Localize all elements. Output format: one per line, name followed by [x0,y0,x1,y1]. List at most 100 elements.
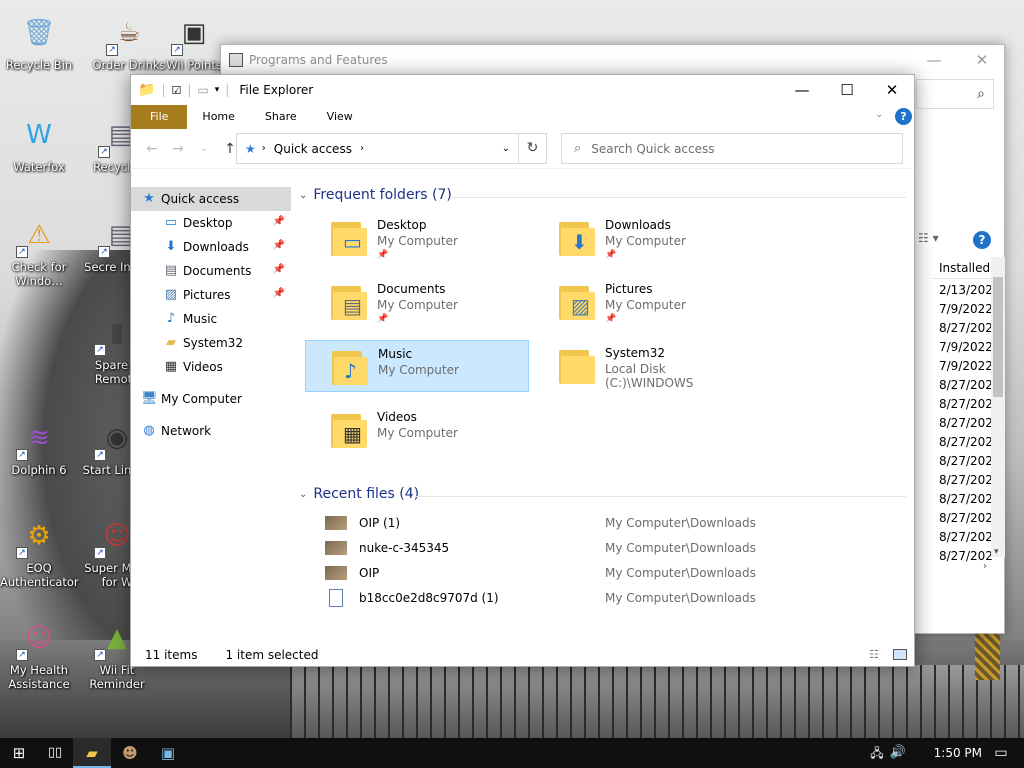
folder-tile-pictures[interactable]: ▨ Pictures My Computer 📌 [533,276,757,328]
tab-view[interactable]: View [312,105,368,129]
pin-icon[interactable]: 📌 [273,288,285,299]
desktop-icon-my-health-assistance[interactable]: ☺ ↗ My Health Assistance [0,615,78,691]
recent-files-header[interactable]: ⌄ Recent files (4) [299,486,419,502]
desktop-icon-eoq-authenticator[interactable]: ⚙ ↗ EOQ Authenticator [0,513,79,589]
folder-tile-music[interactable]: ♪ Music My Computer [305,340,529,392]
sidebar-item-pictures[interactable]: ▨ Pictures 📌 [131,283,291,307]
folder-location: My Computer [605,298,686,312]
sidebar-item-downloads[interactable]: ⬇ Downloads 📌 [131,235,291,259]
recent-file-row[interactable]: b18cc0e2d8c9707d (1) My Computer\Download… [325,585,885,610]
recent-file-row[interactable]: OIP (1) My Computer\Downloads [325,510,885,535]
sidebar-item-label: Downloads [183,240,249,254]
sidebar-item-quick-access[interactable]: ★ Quick access [131,187,291,211]
tab-share[interactable]: Share [250,105,312,129]
file-explorer-window[interactable]: 📁 | ☑ | ▭ ▾ | File Explorer — ☐ ✕ File H… [130,74,915,667]
desktop-icon-check-for-windo[interactable]: ⚠ ↗ Check for Windo… [0,212,78,288]
sidebar-item-label: Pictures [183,288,231,302]
search-input[interactable]: ⌕ Search Quick access [561,133,903,164]
recent-locations-chevron-icon[interactable]: ⌄ [191,144,217,154]
breadcrumb-separator-icon[interactable]: › [360,143,364,154]
address-bar[interactable]: ★ › Quick access › ⌄ [236,133,519,164]
programs-title-bar[interactable]: Programs and Features — ✕ [221,45,1004,75]
sidebar-item-network[interactable]: ◍ Network [131,419,291,443]
minimize-icon[interactable]: — [779,75,825,105]
expand-ribbon-chevron-icon[interactable]: ⌄ [875,109,883,120]
folder-icon: ♪ [332,347,372,387]
refresh-button[interactable]: ↻ [519,133,547,164]
sidebar-item-label: Videos [183,360,223,374]
horizontal-scroll-right-icon[interactable]: › [933,561,1005,575]
sidebar-item-documents[interactable]: ▤ Documents 📌 [131,259,291,283]
properties-icon[interactable]: ☑ [171,84,181,97]
pin-icon[interactable]: 📌 [273,264,285,275]
large-icons-view-icon[interactable] [893,649,907,660]
folder-location: My Computer [377,298,458,312]
customize-toolbar-chevron-icon[interactable]: ▾ [215,85,220,95]
folder-tile-documents[interactable]: ▤ Documents My Computer 📌 [305,276,529,328]
desktop-icon-waterfox[interactable]: W Waterfox [0,112,78,174]
navigation-pane: ★ Quick access ▭ Desktop 📌 ⬇ Downloads 📌 ▤ Docume… [131,179,291,639]
sidebar-item-music[interactable]: ♪ Music [131,307,291,331]
programs-search-box[interactable]: ⌕ [916,79,994,109]
desktop-icon: ▭ [343,230,362,254]
collapse-chevron-icon[interactable]: ⌄ [299,489,307,500]
installed-column-header[interactable]: Installed ( [933,257,993,279]
star-icon: ★ [245,141,256,156]
minimize-icon[interactable]: — [911,45,957,75]
frequent-folders-header[interactable]: ⌄ Frequent folders (7) [299,187,452,203]
sidebar-item-system32[interactable]: ▰ System32 [131,331,291,355]
desktop-icon-label: My Health Assistance [8,663,70,691]
folder-tile-desktop[interactable]: ▭ Desktop My Computer 📌 [305,212,529,264]
sidebar-item-videos[interactable]: ▦ Videos [131,355,291,379]
notifications-icon[interactable]: ▭ [982,738,1020,768]
close-icon[interactable]: ✕ [959,45,1005,75]
task-view-icon[interactable]: ▯▯ [36,738,74,768]
sidebar-item-label: My Computer [161,392,242,406]
desktop-icon-dolphin-6[interactable]: ≋ ↗ Dolphin 6 [0,415,78,477]
monkey-app-icon[interactable]: ☻ [111,738,149,768]
folder-icon: ▦ [331,410,371,450]
control-panel-icon[interactable]: ▣ [149,738,187,768]
explorer-title-bar[interactable]: 📁 | ☑ | ▭ ▾ | File Explorer — ☐ ✕ [131,75,914,105]
desktop-icon-recycle-bin[interactable]: 🗑 Recycle Bin [0,10,78,72]
recent-file-row[interactable]: OIP My Computer\Downloads [325,560,885,585]
folder-tile-system32[interactable]: System32 Local Disk (C:)\WINDOWS [533,340,757,392]
pin-icon[interactable]: 📌 [273,240,285,251]
volume-icon[interactable]: 🔊 [879,738,917,768]
address-dropdown-chevron-icon[interactable]: ⌄ [502,143,510,154]
forward-arrow-icon[interactable]: → [165,141,191,157]
folder-location: Local Disk (C:)\WINDOWS [605,362,694,390]
close-icon[interactable]: ✕ [869,75,915,105]
programs-scrollbar[interactable]: ▾ [991,257,1005,557]
start-icon[interactable]: ⊞ [0,738,38,768]
back-arrow-icon[interactable]: ← [139,141,165,157]
sidebar-item-my-computer[interactable]: 🖥 My Computer [131,387,291,411]
sidebar-item-label: Desktop [183,216,233,230]
details-view-icon[interactable]: ☷ [869,648,879,661]
maximize-icon[interactable]: ☐ [824,75,870,105]
installed-date-cell: 7/9/2022 [939,340,993,354]
shortcut-arrow-icon: ↗ [171,44,183,56]
folder-icon: ⬇ [559,218,599,258]
folder-icon [559,346,599,386]
installed-date-cell: 8/27/2021 [939,321,993,335]
breadcrumb-separator-icon: › [261,143,266,154]
search-icon: ⌕ [977,86,985,102]
view-options-icon[interactable]: ☷ ▾ [918,231,939,245]
clock[interactable]: 1:50 PM [934,738,982,768]
desktop-icon-label: EOQ Authenticator [0,561,79,589]
recent-file-row[interactable]: nuke-c-345345 My Computer\Downloads [325,535,885,560]
folder-location: My Computer [378,363,459,377]
help-icon[interactable]: ? [895,108,912,125]
folder-tile-videos[interactable]: ▦ Videos My Computer [305,404,529,456]
tab-home[interactable]: Home [187,105,249,129]
collapse-chevron-icon[interactable]: ⌄ [299,190,307,201]
pin-icon[interactable]: 📌 [273,216,285,227]
file-explorer-taskbar-icon[interactable]: ▰ [73,738,111,768]
tab-file[interactable]: File [131,105,188,129]
folder-tile-downloads[interactable]: ⬇ Downloads My Computer 📌 [533,212,757,264]
new-folder-icon[interactable]: ▭ [197,83,208,97]
help-icon[interactable]: ? [973,231,991,249]
breadcrumb-quick-access[interactable]: Quick access [274,142,352,156]
sidebar-item-desktop[interactable]: ▭ Desktop 📌 [131,211,291,235]
